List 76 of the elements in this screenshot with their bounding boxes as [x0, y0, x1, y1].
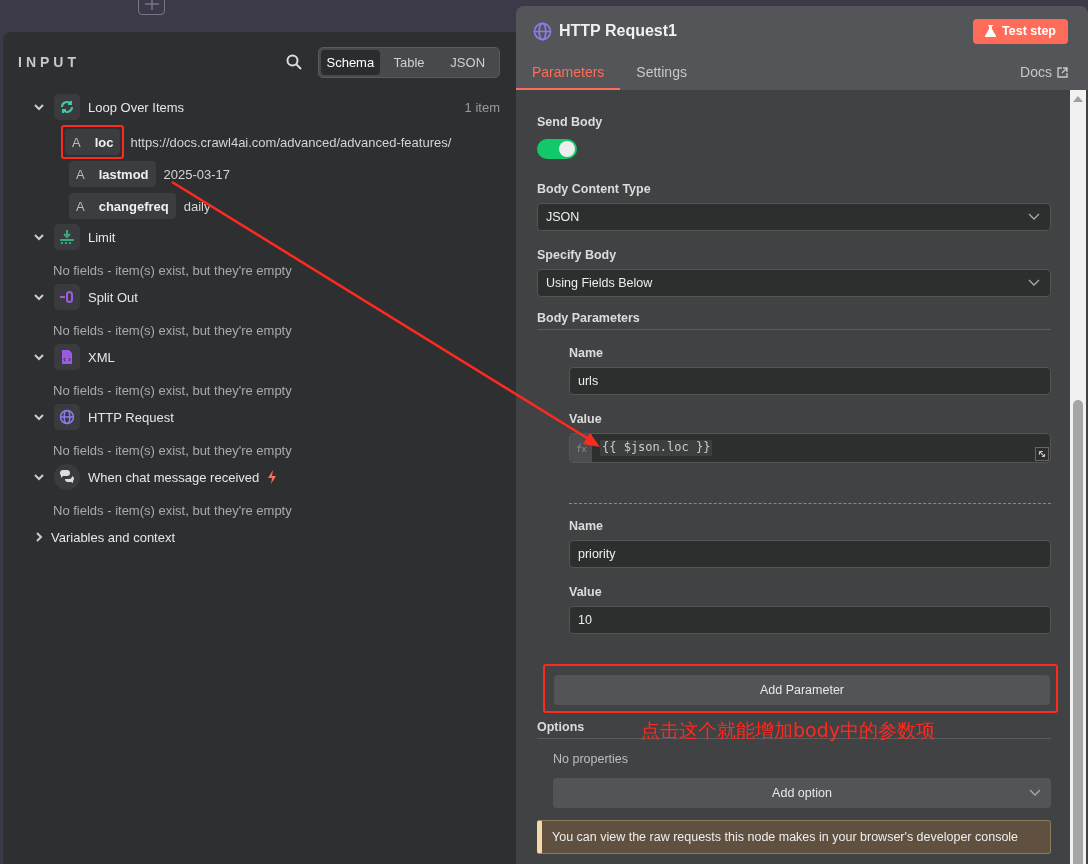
content-type-select[interactable]: JSON [537, 203, 1051, 231]
view-tab[interactable]: JSON [438, 49, 497, 75]
chevron-right-icon[interactable] [33, 531, 45, 543]
view-tab[interactable]: Table [379, 49, 439, 75]
field-label: Send Body [537, 114, 604, 130]
field-label: Name [569, 518, 605, 534]
flask-icon [985, 25, 997, 37]
caret-icon [1028, 279, 1040, 287]
field-name: changefreq [98, 198, 169, 214]
docs-link[interactable]: Docs [1020, 56, 1068, 90]
scrollbar[interactable] [1070, 90, 1086, 864]
field-value: daily [183, 198, 211, 214]
empty-message: No fields - item(s) exist, but they're empty [53, 503, 293, 518]
value-input[interactable]: 10 [569, 606, 1051, 634]
chevron-down-icon[interactable] [33, 471, 45, 483]
field-label: Specify Body [537, 247, 618, 263]
type-label: A [76, 166, 85, 182]
type-label: A [76, 198, 85, 214]
node-name[interactable]: When chat message received [88, 469, 260, 485]
node-name[interactable]: XML [88, 349, 115, 365]
field-name: loc [94, 134, 114, 150]
node-title: HTTP Request1 [559, 22, 678, 40]
empty-message: No fields - item(s) exist, but they're empty [53, 263, 293, 278]
chevron-down-icon[interactable] [33, 231, 45, 243]
search-icon[interactable] [286, 54, 302, 70]
annotation-note: 点击这个就能增加body中的参数项 [641, 718, 935, 743]
expression-input[interactable]: {{ $json.loc }} [569, 433, 1051, 463]
empty-message: No fields - item(s) exist, but they're empty [53, 383, 293, 398]
add-option-dropdown[interactable]: Add option [553, 778, 1051, 808]
item-count: 1 item [464, 99, 500, 115]
globe-icon [533, 21, 552, 41]
name-input[interactable]: urls [569, 367, 1051, 395]
info-notice: You can view the raw requests this node makes in your browser's developer console [537, 820, 1051, 854]
field-chip[interactable]: A loc [65, 129, 121, 155]
field-name: lastmod [98, 166, 149, 182]
name-input[interactable]: priority [569, 540, 1051, 568]
field-value: 2025-03-17 [163, 166, 230, 182]
empty-message: No fields - item(s) exist, but they're empty [53, 443, 293, 458]
caret-icon [1028, 213, 1040, 221]
add-parameter-button[interactable]: Add Parameter [554, 675, 1050, 705]
view-tab[interactable]: Schema [321, 49, 380, 75]
section-label: Body Parameters [537, 310, 641, 326]
empty-message: No fields - item(s) exist, but they're empty [53, 323, 293, 338]
external-link-icon [1057, 66, 1068, 78]
field-value: https://docs.crawl4ai.com/advanced/advanced-features/ [130, 134, 452, 150]
field-label: Value [569, 584, 603, 600]
empty-options-text: No properties [553, 752, 630, 766]
chevron-down-icon[interactable] [33, 351, 45, 363]
field-chip[interactable]: A lastmod [69, 161, 156, 187]
code-file-icon [59, 349, 75, 365]
variables-label[interactable]: Variables and context [51, 529, 176, 545]
type-label: A [72, 134, 81, 150]
chevron-down-icon[interactable] [33, 411, 45, 423]
chevron-down-icon[interactable] [33, 101, 45, 113]
globe-icon [59, 409, 75, 425]
field-label: Value [569, 411, 603, 427]
section-label: Options [537, 719, 585, 735]
split-icon [59, 289, 75, 305]
download-tray-icon [59, 229, 75, 245]
resize-icon[interactable] [1035, 447, 1049, 461]
caret-icon [1029, 789, 1041, 797]
panel-title: INPUT [18, 54, 81, 70]
field-chip[interactable]: A changefreq [69, 193, 176, 219]
field-label: Body Content Type [537, 181, 652, 197]
chevron-down-icon[interactable] [33, 291, 45, 303]
node-name[interactable]: Loop Over Items [88, 99, 185, 115]
specify-body-select[interactable]: Using Fields Below [537, 269, 1051, 297]
field-label: Name [569, 345, 605, 361]
node-name[interactable]: Split Out [88, 289, 138, 305]
node-name[interactable]: Limit [88, 229, 116, 245]
send-body-toggle[interactable] [537, 139, 577, 159]
loop-arrows-icon [59, 99, 75, 115]
chat-bubbles-icon [59, 469, 75, 485]
panel-tab[interactable]: Settings [620, 56, 703, 90]
plus-icon [144, 0, 159, 10]
node-name[interactable]: HTTP Request [88, 409, 174, 425]
